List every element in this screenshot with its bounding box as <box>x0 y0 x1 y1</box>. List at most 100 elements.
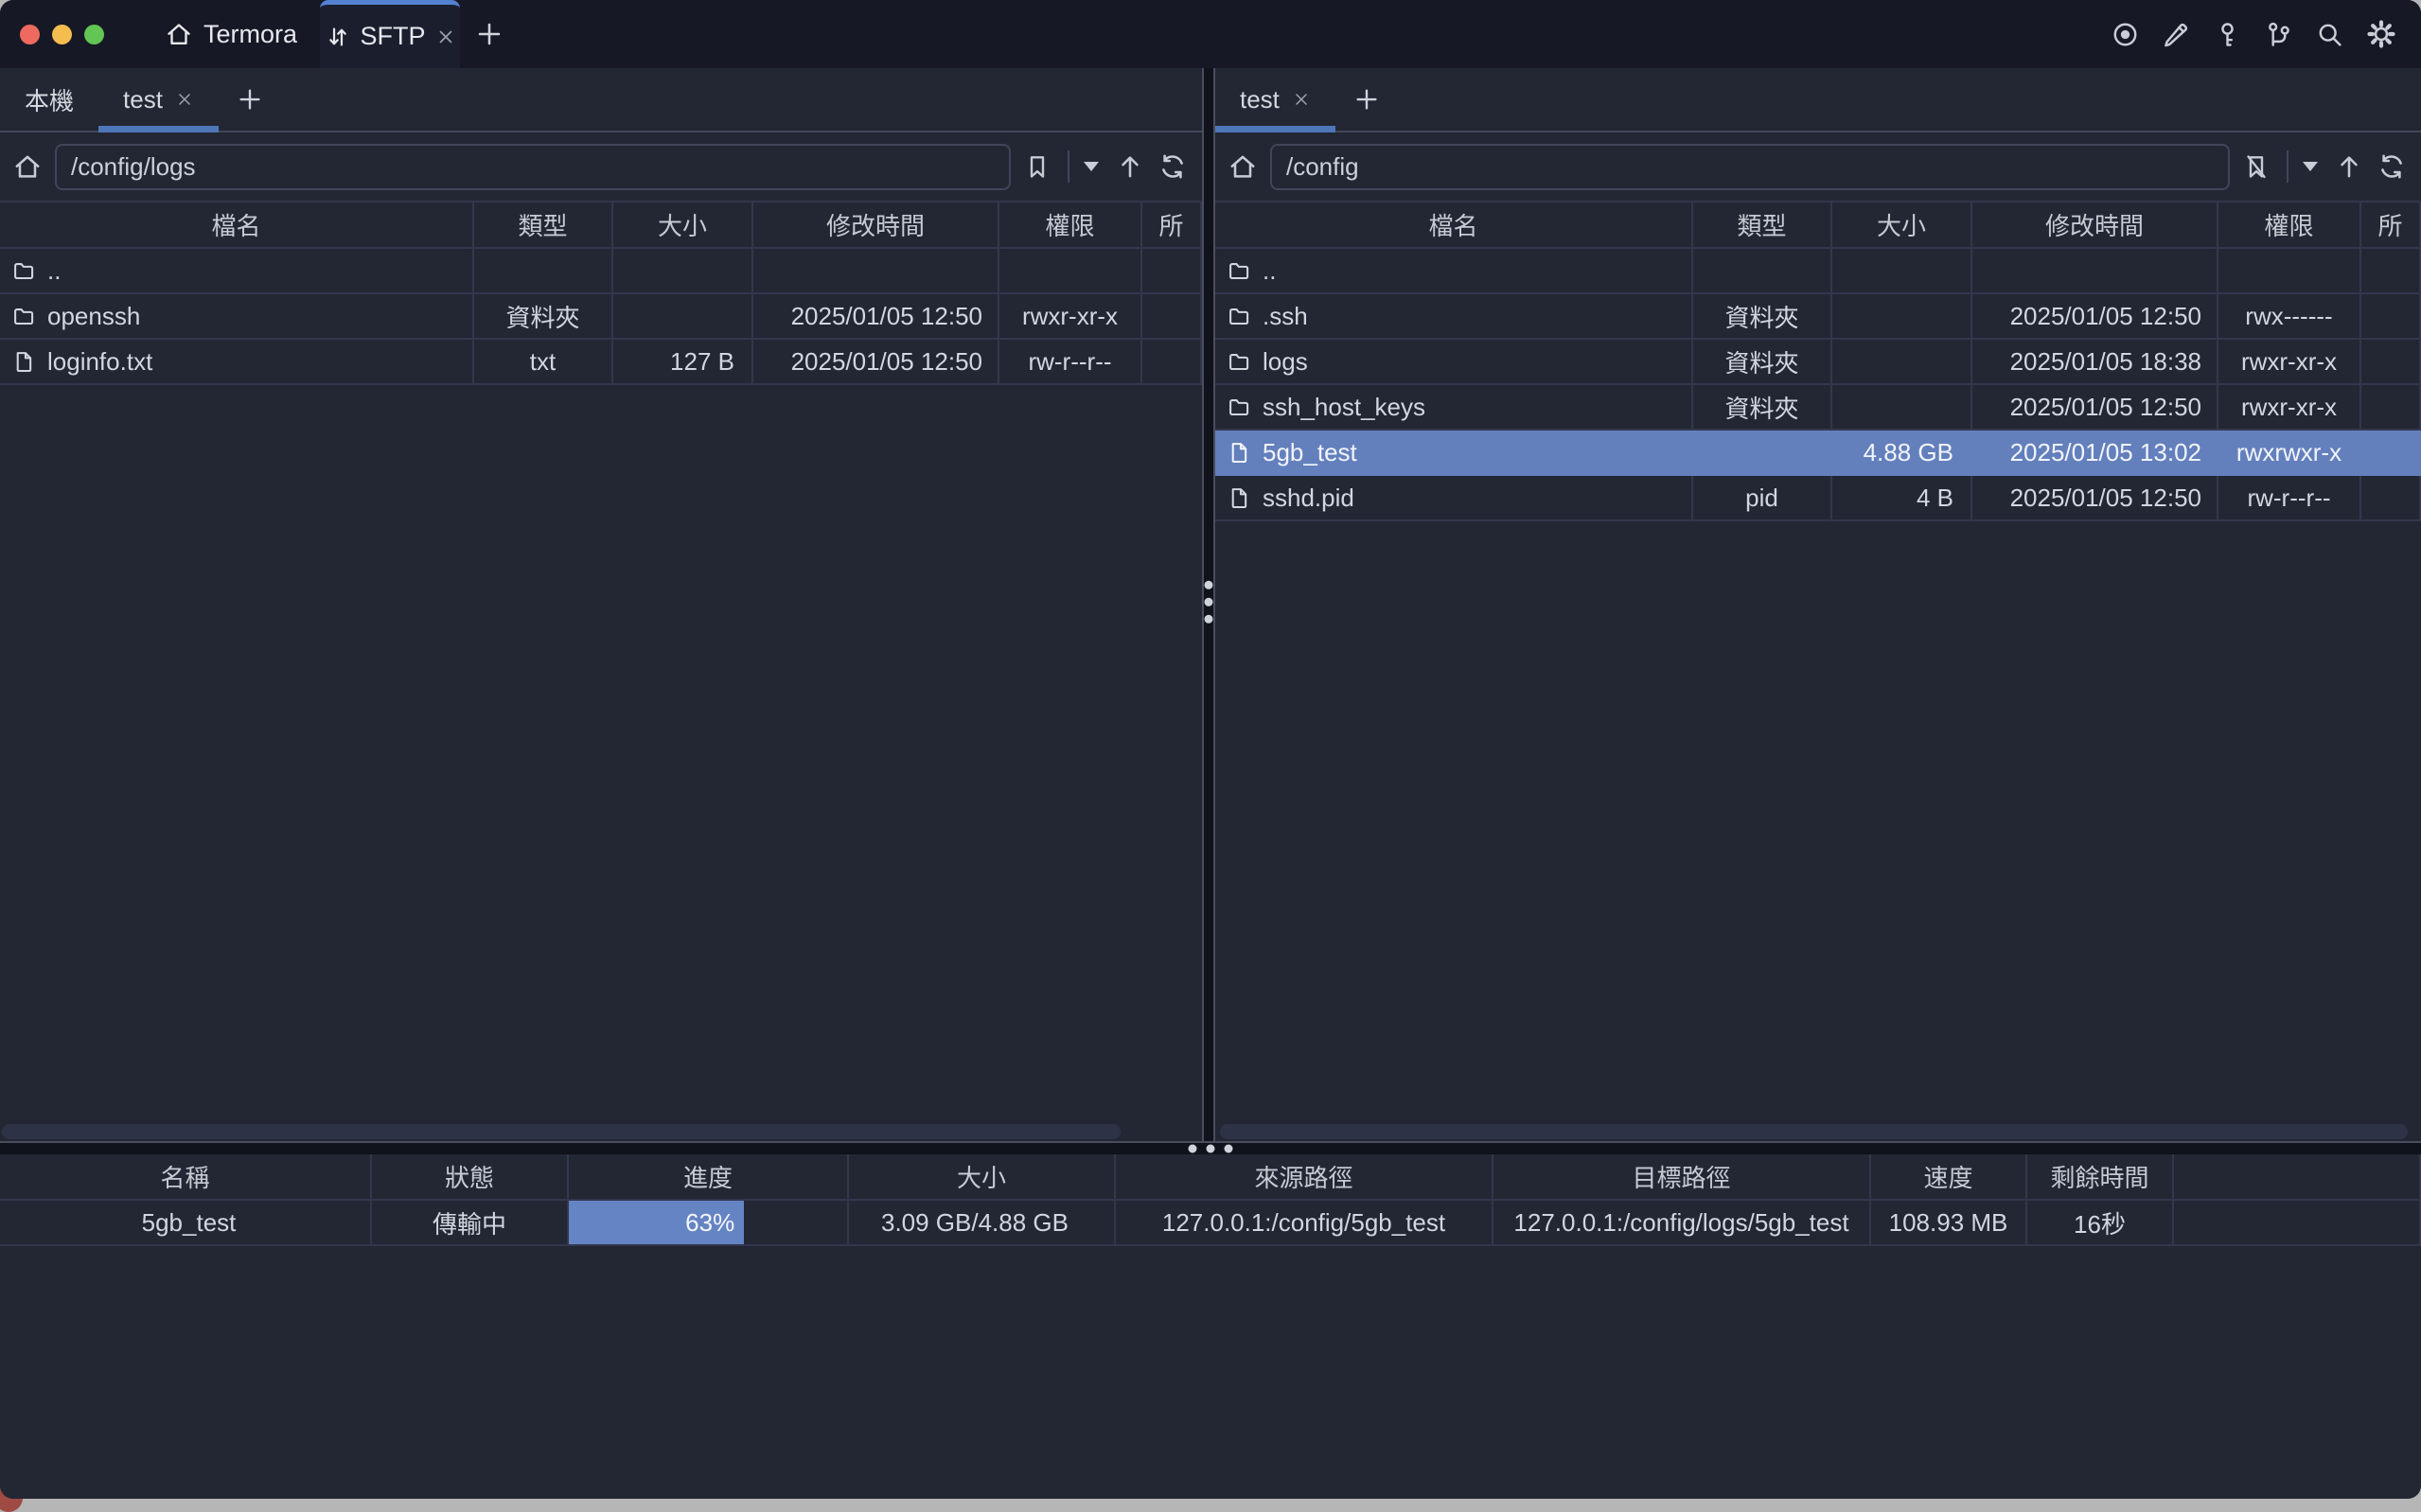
file-owner <box>1141 339 1201 384</box>
transfer-column-target[interactable]: 目標路徑 <box>1493 1154 1870 1200</box>
file-row[interactable]: .. <box>1215 248 2420 293</box>
column-header-name[interactable]: 檔名 <box>1215 202 1692 248</box>
transfer-splitter[interactable] <box>0 1141 2421 1154</box>
column-header-modified[interactable]: 修改時間 <box>752 202 998 248</box>
file-name: .ssh <box>1263 302 1308 331</box>
pane-tab[interactable]: 本機 <box>0 68 98 131</box>
branch-icon[interactable] <box>2264 20 2293 49</box>
add-pane-tab-button[interactable] <box>219 68 281 131</box>
file-row[interactable]: .ssh 資料夾 2025/01/05 12:50 rwx------ <box>1215 293 2420 339</box>
titlebar: Termora SFTP <box>0 0 2421 68</box>
search-icon[interactable] <box>2315 20 2344 49</box>
file-name: .. <box>1263 256 1276 286</box>
gear-icon[interactable] <box>2366 19 2396 49</box>
close-window-button[interactable] <box>20 25 40 44</box>
bookmark-icon[interactable] <box>1023 152 1051 181</box>
file-row[interactable]: logs 資料夾 2025/01/05 18:38 rwxr-xr-x <box>1215 339 2420 384</box>
close-icon[interactable] <box>175 90 194 109</box>
file-row[interactable]: loginfo.txt txt 127 B 2025/01/05 12:50 r… <box>0 339 1201 384</box>
horizontal-scrollbar[interactable] <box>1220 1124 2408 1139</box>
transfer-column-source[interactable]: 來源路徑 <box>1115 1154 1493 1200</box>
file-icon <box>11 349 36 374</box>
pane-tabs: 本機 test <box>0 68 1202 132</box>
transfer-column-filler <box>2173 1154 2420 1200</box>
drag-handle-icon <box>1205 581 1213 624</box>
file-modified: 2025/01/05 13:02 <box>1971 430 2218 475</box>
tab-sftp[interactable]: SFTP <box>320 0 460 68</box>
file-name: openssh <box>47 302 140 331</box>
file-table: 檔名 類型 大小 修改時間 權限 所 .. <box>1215 201 2421 521</box>
refresh-icon[interactable] <box>1157 151 1188 182</box>
column-header-name[interactable]: 檔名 <box>0 202 473 248</box>
add-pane-tab-button[interactable] <box>1335 68 1398 131</box>
file-name: .. <box>47 256 61 286</box>
close-icon[interactable] <box>435 26 456 47</box>
refresh-icon[interactable] <box>2377 151 2407 182</box>
path-input[interactable] <box>55 144 1011 190</box>
file-icon <box>1227 485 1251 510</box>
column-header-permissions[interactable]: 權限 <box>998 202 1141 248</box>
key-icon[interactable] <box>2213 20 2242 49</box>
column-header-modified[interactable]: 修改時間 <box>1971 202 2218 248</box>
transfer-column-name[interactable]: 名稱 <box>0 1154 371 1200</box>
file-permissions: rwx------ <box>2218 293 2360 339</box>
column-header-type[interactable]: 類型 <box>1692 202 1831 248</box>
pathbar <box>1215 132 2421 201</box>
file-row[interactable]: 5gb_test 4.88 GB 2025/01/05 13:02 rwxrwx… <box>1215 430 2420 475</box>
file-row[interactable]: .. <box>0 248 1201 293</box>
column-header-owner[interactable]: 所 <box>1141 202 1201 248</box>
close-icon[interactable] <box>1292 90 1311 109</box>
home-icon[interactable] <box>1228 151 1258 182</box>
traffic-lights <box>0 0 104 68</box>
file-permissions: rwxr-xr-x <box>998 293 1141 339</box>
bookmark-menu-caret[interactable] <box>1084 162 1099 171</box>
file-owner <box>1141 248 1201 293</box>
tab-sftp-label: SFTP <box>361 22 426 51</box>
transfer-column-status[interactable]: 狀態 <box>371 1154 568 1200</box>
transfer-column-progress[interactable]: 進度 <box>568 1154 848 1200</box>
up-directory-icon[interactable] <box>2334 151 2364 182</box>
transfer-row[interactable]: 5gb_test 傳輸中 63% 3.09 GB/4.88 GB 127.0.0… <box>0 1200 2420 1245</box>
column-header-size[interactable]: 大小 <box>1831 202 1971 248</box>
file-name: ssh_host_keys <box>1263 393 1425 422</box>
file-size <box>1831 384 1971 430</box>
file-row[interactable]: openssh 資料夾 2025/01/05 12:50 rwxr-xr-x <box>0 293 1201 339</box>
divider <box>2287 150 2288 183</box>
column-header-type[interactable]: 類型 <box>473 202 612 248</box>
app-home-tab[interactable]: Termora <box>142 0 320 68</box>
pane-splitter[interactable] <box>1202 68 1215 1141</box>
file-type <box>1692 248 1831 293</box>
transfer-column-speed[interactable]: 速度 <box>1870 1154 2026 1200</box>
transfer-column-size[interactable]: 大小 <box>848 1154 1115 1200</box>
transfer-column-eta[interactable]: 剩餘時間 <box>2026 1154 2173 1200</box>
column-header-size[interactable]: 大小 <box>612 202 752 248</box>
bookmark-slash-icon[interactable] <box>2242 152 2271 181</box>
path-input[interactable] <box>1270 144 2230 190</box>
file-owner <box>1141 293 1201 339</box>
progress-bar: 63% <box>569 1201 744 1244</box>
pane-tab[interactable]: test <box>1215 68 1335 131</box>
bookmark-menu-caret[interactable] <box>2303 162 2318 171</box>
folder-icon <box>1227 349 1251 374</box>
transfer-filler <box>2173 1200 2420 1245</box>
transfer-speed: 108.93 MB <box>1870 1200 2026 1245</box>
column-header-permissions[interactable]: 權限 <box>2218 202 2360 248</box>
file-type: 資料夾 <box>1692 339 1831 384</box>
home-icon[interactable] <box>12 151 43 182</box>
file-size <box>1831 248 1971 293</box>
file-modified <box>1971 248 2218 293</box>
zoom-window-button[interactable] <box>84 25 104 44</box>
minimize-window-button[interactable] <box>52 25 72 44</box>
pane-tab[interactable]: test <box>98 68 219 131</box>
pencil-icon[interactable] <box>2162 20 2191 49</box>
column-header-owner[interactable]: 所 <box>2360 202 2420 248</box>
file-type <box>1692 430 1831 475</box>
horizontal-scrollbar[interactable] <box>2 1124 1121 1139</box>
file-owner <box>2360 339 2420 384</box>
file-row[interactable]: sshd.pid pid 4 B 2025/01/05 12:50 rw-r--… <box>1215 475 2420 520</box>
file-row[interactable]: ssh_host_keys 資料夾 2025/01/05 12:50 rwxr-… <box>1215 384 2420 430</box>
new-terminal-tab-button[interactable] <box>460 0 519 68</box>
up-directory-icon[interactable] <box>1115 151 1145 182</box>
file-owner <box>2360 475 2420 520</box>
record-icon[interactable] <box>2111 20 2140 49</box>
